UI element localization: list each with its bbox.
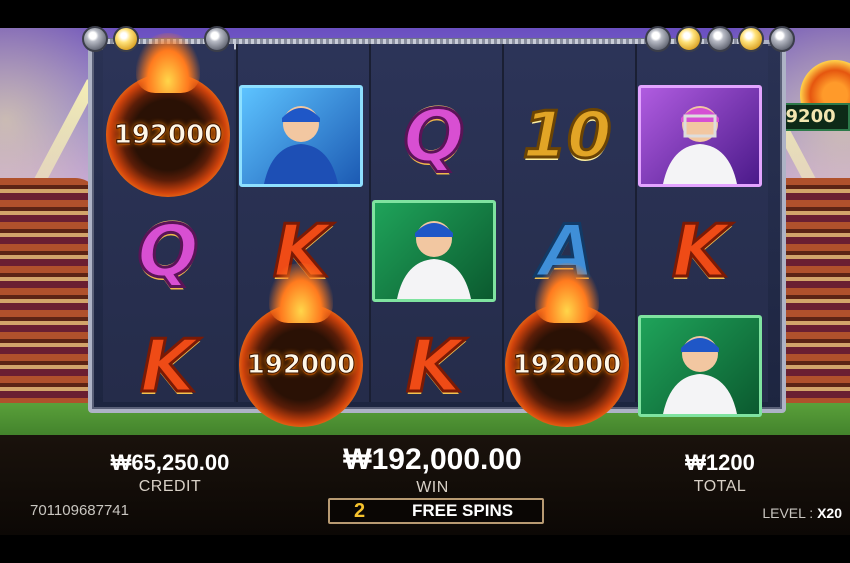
win-label: WIN	[416, 479, 449, 496]
win-value: ₩192,000.00	[343, 443, 522, 476]
symbol-letter: Q	[402, 94, 466, 178]
fireball-value: 192000	[512, 350, 622, 381]
fireball-symbol: 192000	[505, 263, 629, 427]
catcher-icon	[663, 106, 737, 184]
symbol-letter: K	[671, 209, 730, 293]
level-label: LEVEL :	[762, 505, 814, 521]
catcher-symbol	[638, 85, 762, 187]
frame-bulb	[113, 26, 139, 52]
symbol-letter: Q	[136, 209, 200, 293]
stands-left	[0, 178, 100, 423]
letter-symbol: K	[638, 200, 762, 302]
win-display: ₩192,000.00 WIN	[320, 443, 545, 497]
letter-symbol: Q	[106, 200, 230, 302]
total-value: ₩1200	[685, 450, 755, 475]
frame-bulb	[82, 26, 108, 52]
free-spins-count: 2	[354, 500, 366, 522]
flame-icon	[136, 33, 200, 93]
level-value: X20	[817, 505, 842, 521]
frame-bulb	[738, 26, 764, 52]
fielder-icon	[397, 221, 471, 299]
frame-bulb	[676, 26, 702, 52]
fireball-value: 192000	[113, 120, 223, 151]
letter-symbol: K	[372, 315, 496, 417]
symbol-letter: K	[405, 324, 464, 408]
flame-icon	[535, 263, 599, 323]
letter-symbol: K	[106, 315, 230, 417]
total-bet-display[interactable]: ₩1200 TOTAL	[660, 450, 780, 496]
frame-bulb	[204, 26, 230, 52]
fireball-symbol: 192000	[106, 33, 230, 197]
fireball-symbol: 192000	[239, 263, 363, 427]
letter-symbol: Q	[372, 85, 496, 187]
fielder-icon	[663, 336, 737, 414]
free-spins-label: FREE SPINS	[412, 501, 514, 520]
fireball-value: 192000	[246, 350, 356, 381]
frame-bulb	[769, 26, 795, 52]
letter-symbol: 10	[505, 85, 629, 187]
level-display: LEVEL : X20	[762, 505, 842, 521]
symbol-letter: 10	[521, 99, 613, 173]
fielder-symbol	[372, 200, 496, 302]
credit-value: ₩65,250.00	[110, 450, 230, 475]
frame-bulb	[707, 26, 733, 52]
pitcher-icon	[264, 106, 338, 184]
game-round-id: 701109687741	[30, 502, 129, 519]
credit-label: CREDIT	[138, 478, 202, 495]
credit-display: ₩65,250.00 CREDIT	[95, 450, 245, 496]
frame-bulb	[645, 26, 671, 52]
pitcher-symbol	[239, 85, 363, 187]
flame-icon	[269, 263, 333, 323]
fielder-symbol	[638, 315, 762, 417]
free-spins-counter: 2 FREE SPINS	[328, 498, 544, 524]
total-label: TOTAL	[693, 478, 747, 495]
game-screen: 19200 ₩65,250.00 CREDIT ₩192,000.00 WIN …	[0, 0, 850, 563]
symbol-letter: K	[139, 324, 198, 408]
